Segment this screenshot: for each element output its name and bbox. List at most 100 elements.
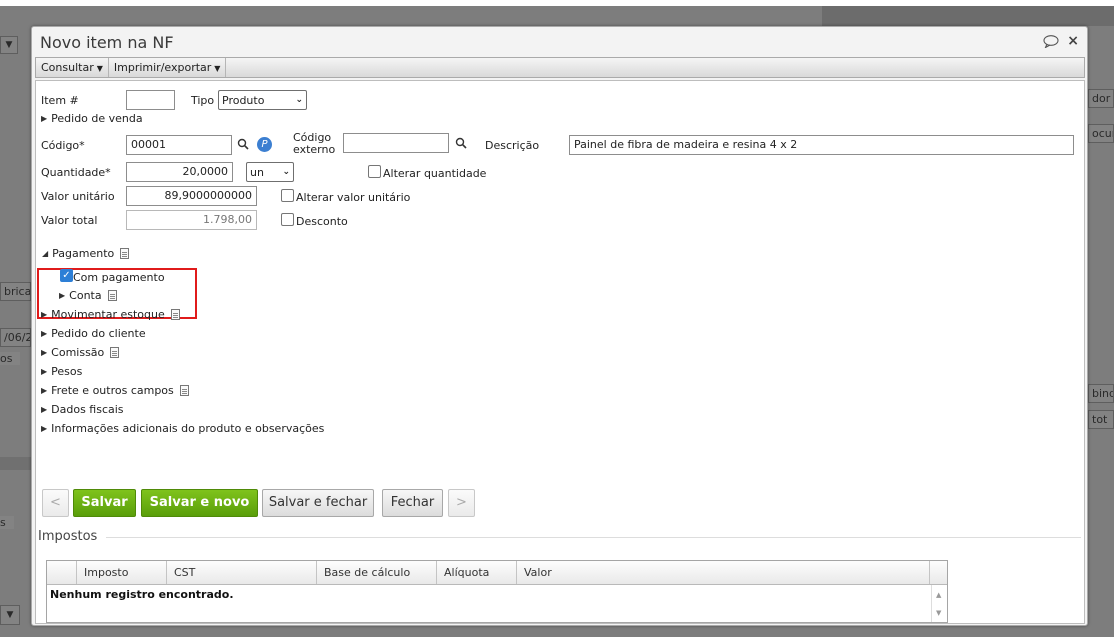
background-field-2: ocum bbox=[1088, 124, 1114, 143]
background-label-1: os bbox=[0, 352, 20, 365]
background-dropdown: ▼ bbox=[0, 36, 18, 54]
background-right-panel bbox=[822, 6, 1114, 26]
grid-column-base-calculo[interactable]: Base de cálculo bbox=[317, 561, 437, 584]
document-icon bbox=[110, 347, 120, 358]
grid-scrollbar[interactable]: ▲ ▼ bbox=[931, 585, 947, 622]
codigo-externo-input[interactable] bbox=[343, 133, 449, 153]
item-input[interactable] bbox=[126, 90, 175, 110]
background-label-2: s bbox=[0, 516, 14, 529]
caret-down-icon: ▼ bbox=[96, 64, 103, 73]
impostos-divider bbox=[106, 537, 1081, 538]
section-pagamento[interactable]: ◢ Pagamento bbox=[42, 247, 130, 260]
section-movimentar-estoque[interactable]: ▶ Movimentar estoque bbox=[41, 308, 180, 321]
info-adicionais-label: Informações adicionais do produto e obse… bbox=[51, 422, 325, 435]
codigo-label: Código* bbox=[41, 139, 85, 152]
section-dados-fiscais[interactable]: ▶ Dados fiscais bbox=[41, 403, 124, 416]
dialog-toolbar: Consultar ▼ Imprimir/exportar ▼ bbox=[35, 57, 1085, 78]
codigo-externo-label: Código externo bbox=[293, 132, 335, 156]
salvar-e-novo-button[interactable]: Salvar e novo bbox=[141, 489, 258, 517]
document-icon bbox=[179, 385, 189, 396]
scroll-up-icon[interactable]: ▲ bbox=[936, 591, 941, 599]
descricao-input[interactable]: Painel de fibra de madeira e resina 4 x … bbox=[569, 135, 1074, 155]
unidade-value: un bbox=[250, 165, 264, 179]
codigo-input[interactable]: 00001 bbox=[126, 135, 232, 155]
document-icon bbox=[170, 309, 180, 320]
fechar-button[interactable]: Fechar bbox=[382, 489, 443, 517]
section-comissao[interactable]: ▶ Comissão bbox=[41, 346, 120, 359]
com-pagamento-label: Com pagamento bbox=[73, 271, 165, 284]
desconto-checkbox[interactable] bbox=[281, 213, 294, 226]
grid-column-valor[interactable]: Valor bbox=[517, 561, 930, 584]
collapse-arrow-icon: ◢ bbox=[42, 249, 49, 258]
document-icon bbox=[120, 248, 130, 259]
consultar-menu[interactable]: Consultar ▼ bbox=[36, 58, 109, 77]
next-button[interactable]: > bbox=[448, 489, 475, 517]
descricao-label: Descrição bbox=[485, 139, 540, 152]
frete-label: Frete e outros campos bbox=[51, 384, 174, 397]
grid-body: Nenhum registro encontrado. ▲ ▼ bbox=[47, 585, 947, 622]
com-pagamento-checkbox[interactable]: ✓ bbox=[60, 269, 73, 282]
section-pedido-venda[interactable]: ▶ Pedido de venda bbox=[41, 112, 143, 125]
alterar-quantidade-label: Alterar quantidade bbox=[383, 167, 487, 180]
search-icon[interactable] bbox=[237, 138, 249, 150]
help-icon[interactable]: P bbox=[257, 137, 272, 152]
close-icon[interactable]: × bbox=[1067, 33, 1079, 49]
dialog-content: Item # Tipo Produto ⌄ ▶ Pedido de venda C… bbox=[35, 80, 1085, 624]
desconto-label: Desconto bbox=[296, 215, 348, 228]
chevron-down-icon: ⌄ bbox=[282, 167, 290, 177]
speech-bubble-icon[interactable] bbox=[1043, 34, 1059, 48]
expand-arrow-icon: ▶ bbox=[41, 114, 48, 123]
scroll-down-icon[interactable]: ▼ bbox=[936, 609, 941, 617]
quantidade-input[interactable]: 20,0000 bbox=[126, 162, 233, 182]
expand-arrow-icon: ▶ bbox=[41, 405, 48, 414]
background-field-5: bindo bbox=[1088, 384, 1114, 403]
expand-arrow-icon: ▶ bbox=[41, 367, 48, 376]
search-icon[interactable] bbox=[455, 137, 467, 149]
section-frete[interactable]: ▶ Frete e outros campos bbox=[41, 384, 189, 397]
alterar-valor-unitario-label: Alterar valor unitário bbox=[296, 191, 411, 204]
item-label: Item # bbox=[41, 94, 79, 107]
valor-unitario-label: Valor unitário bbox=[41, 190, 115, 203]
comissao-label: Comissão bbox=[51, 346, 105, 359]
tipo-value: Produto bbox=[222, 93, 265, 107]
salvar-e-fechar-button[interactable]: Salvar e fechar bbox=[262, 489, 374, 517]
imprimir-exportar-menu[interactable]: Imprimir/exportar ▼ bbox=[109, 58, 227, 77]
section-conta[interactable]: ▶ Conta bbox=[59, 289, 117, 302]
alterar-valor-unitario-checkbox[interactable] bbox=[281, 189, 294, 202]
section-pedido-cliente[interactable]: ▶ Pedido do cliente bbox=[41, 327, 146, 340]
grid-column-imposto[interactable]: Imposto bbox=[77, 561, 167, 584]
salvar-button[interactable]: Salvar bbox=[73, 489, 136, 517]
pesos-label: Pesos bbox=[51, 365, 83, 378]
dados-fiscais-label: Dados fiscais bbox=[51, 403, 124, 416]
pedido-cliente-label: Pedido do cliente bbox=[51, 327, 146, 340]
tipo-select[interactable]: Produto ⌄ bbox=[218, 90, 307, 110]
grid-column-aliquota[interactable]: Alíquota bbox=[437, 561, 517, 584]
new-item-dialog: Novo item na NF × Consultar ▼ Imprimir/ex… bbox=[31, 26, 1088, 626]
previous-button[interactable]: < bbox=[42, 489, 69, 517]
consultar-label: Consultar bbox=[41, 61, 94, 74]
background-field-4: /06/2 bbox=[0, 328, 31, 347]
chevron-down-icon: ⌄ bbox=[295, 95, 303, 105]
grid-column-cst[interactable]: CST bbox=[167, 561, 317, 584]
expand-arrow-icon: ▶ bbox=[41, 424, 48, 433]
pagamento-label: Pagamento bbox=[52, 247, 115, 260]
valor-total-input: 1.798,00 bbox=[126, 210, 257, 230]
valor-unitario-input[interactable]: 89,9000000000 bbox=[126, 186, 257, 206]
expand-arrow-icon: ▶ bbox=[41, 386, 48, 395]
alterar-quantidade-checkbox[interactable] bbox=[368, 165, 381, 178]
impostos-title: Impostos bbox=[38, 529, 98, 544]
document-icon bbox=[107, 290, 117, 301]
background-dropdown-2: ▼ bbox=[0, 605, 20, 625]
section-informacoes-adicionais[interactable]: ▶ Informações adicionais do produto e obs… bbox=[41, 422, 324, 435]
section-pesos[interactable]: ▶ Pesos bbox=[41, 365, 82, 378]
impostos-grid: Imposto CST Base de cálculo Alíquota Val… bbox=[46, 560, 948, 623]
movimentar-estoque-label: Movimentar estoque bbox=[51, 308, 165, 321]
grid-column-select[interactable] bbox=[47, 561, 77, 584]
tipo-label: Tipo bbox=[191, 94, 215, 107]
background-field-3: brica bbox=[0, 282, 31, 301]
valor-total-label: Valor total bbox=[41, 214, 98, 227]
pedido-venda-label: Pedido de venda bbox=[51, 112, 143, 125]
expand-arrow-icon: ▶ bbox=[41, 329, 48, 338]
unidade-select[interactable]: un ⌄ bbox=[246, 162, 294, 182]
codigo-externo-label-line2: externo bbox=[293, 143, 336, 156]
